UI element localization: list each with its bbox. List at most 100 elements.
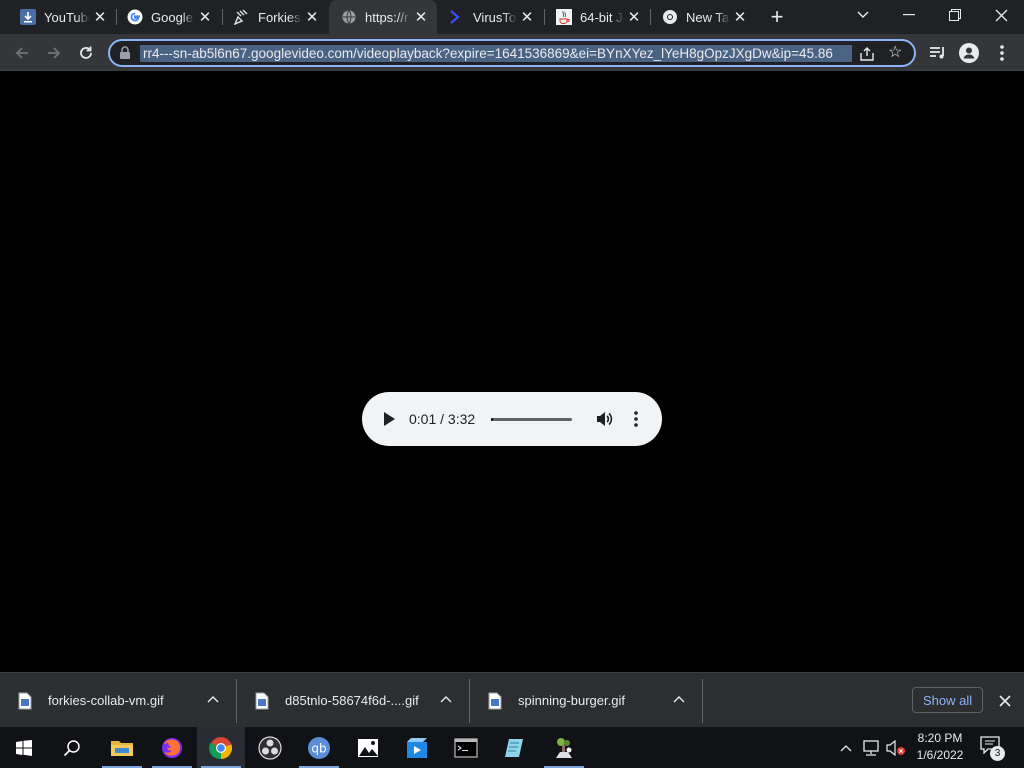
volume-tray-button[interactable]	[884, 727, 908, 768]
show-hidden-icons-button[interactable]	[836, 727, 856, 768]
svg-text:qb: qb	[311, 741, 326, 755]
close-icon[interactable]: ✕	[302, 7, 322, 27]
close-icon[interactable]: ✕	[90, 7, 110, 27]
taskbar-search-button[interactable]	[48, 727, 96, 768]
tab-title: 64-bit Java	[580, 9, 624, 25]
download-icon	[20, 9, 36, 25]
action-center-button[interactable]: 3	[980, 736, 1005, 761]
tab-title: YouTube	[44, 9, 90, 25]
new-tab-button[interactable]: +	[764, 4, 790, 30]
restore-button[interactable]	[932, 0, 978, 30]
browser-menu-button[interactable]	[988, 39, 1016, 67]
taskbar-chrome[interactable]	[197, 727, 245, 768]
seek-progress	[491, 418, 493, 421]
chevron-up-icon[interactable]	[672, 693, 686, 707]
tab-googlevideo[interactable]: https://r ✕	[329, 0, 437, 34]
arrow-right-icon	[48, 47, 61, 59]
more-vertical-icon	[1000, 45, 1004, 61]
tab-java[interactable]: 64-bit Java ✕	[544, 0, 650, 34]
notification-count-badge: 3	[990, 746, 1005, 761]
start-button[interactable]	[0, 727, 48, 768]
photos-icon	[358, 738, 378, 757]
tab-strip: YouTube ✕ Google ✕ Forkies ✕ https://r ✕	[0, 0, 1024, 34]
close-icon[interactable]: ✕	[730, 7, 750, 27]
media-queue-icon	[930, 47, 944, 59]
chevron-up-icon[interactable]	[439, 693, 453, 707]
tab-title: Google	[151, 9, 193, 25]
share-icon[interactable]	[858, 45, 876, 63]
download-item[interactable]: forkies-collab-vm.gif	[0, 673, 236, 728]
page-content: 0:01 / 3:32	[0, 71, 1024, 672]
close-icon[interactable]: ✕	[411, 7, 431, 27]
reload-button[interactable]	[72, 39, 100, 67]
audio-player[interactable]: 0:01 / 3:32	[362, 392, 662, 446]
taskbar-video-editor[interactable]	[393, 727, 441, 768]
taskbar-photos[interactable]	[344, 727, 392, 768]
start-icon	[16, 739, 32, 756]
lock-icon[interactable]	[118, 46, 132, 60]
download-filename: forkies-collab-vm.gif	[48, 693, 164, 708]
arrow-left-icon	[15, 47, 28, 59]
taskbar-terminal[interactable]	[442, 727, 490, 768]
minimize-icon	[903, 14, 915, 16]
restore-icon	[949, 9, 961, 21]
notepad-icon	[505, 738, 523, 757]
taskbar-file-explorer[interactable]	[98, 727, 146, 768]
address-bar[interactable]: rr4---sn-ab5l6n67.googlevideo.com/videop…	[108, 39, 916, 67]
seek-slider[interactable]	[491, 418, 572, 421]
obs-icon	[258, 735, 282, 760]
taskbar-clock[interactable]: 8:20 PM 1/6/2022	[912, 730, 968, 764]
show-all-button[interactable]: Show all	[912, 687, 984, 713]
game-icon	[556, 737, 572, 758]
play-icon[interactable]	[382, 411, 396, 427]
taskbar-notepad[interactable]	[490, 727, 538, 768]
chevron-up-icon[interactable]	[206, 693, 220, 707]
minimize-button[interactable]	[886, 0, 932, 30]
download-item[interactable]: d85tnlo-58674f6d-....gif	[237, 673, 469, 728]
clock-date: 1/6/2022	[916, 748, 964, 762]
reading-list-button[interactable]	[924, 39, 952, 67]
qbittorrent-icon: qb	[308, 736, 330, 759]
tab-search-button[interactable]	[840, 0, 886, 30]
close-icon[interactable]: ✕	[195, 7, 215, 27]
video-editor-icon	[407, 737, 427, 758]
shelf-divider	[702, 679, 703, 723]
taskbar-qbittorrent[interactable]: qb	[295, 727, 343, 768]
avatar-icon	[959, 43, 979, 63]
close-shelf-button[interactable]	[996, 692, 1014, 710]
chevron-down-icon	[857, 11, 869, 18]
chevron-up-icon	[840, 744, 852, 751]
tab-title: New Tab	[686, 9, 730, 25]
search-icon	[63, 739, 80, 756]
forward-button[interactable]	[40, 39, 68, 67]
tab-google[interactable]: Google ✕	[115, 0, 221, 34]
tab-virustotal[interactable]: VirusTotal ✕	[437, 0, 543, 34]
tab-forkies[interactable]: Forkies ✕	[222, 0, 328, 34]
download-shelf: forkies-collab-vm.gif d85tnlo-58674f6d-.…	[0, 672, 1024, 727]
firefox-icon	[162, 737, 182, 758]
tab-youtube[interactable]: YouTube ✕	[8, 0, 116, 34]
google-icon	[127, 9, 143, 25]
profile-button[interactable]	[955, 39, 983, 67]
clock-time: 8:20 PM	[917, 731, 963, 745]
bookmark-star-icon[interactable]: ☆	[888, 44, 906, 62]
taskbar-game[interactable]	[540, 727, 588, 768]
url-text[interactable]: rr4---sn-ab5l6n67.googlevideo.com/videop…	[143, 46, 853, 61]
close-icon[interactable]: ✕	[517, 7, 537, 27]
window-close-button[interactable]	[978, 0, 1024, 30]
terminal-icon	[454, 737, 478, 758]
tab-new-tab[interactable]: New Tab ✕	[650, 0, 756, 34]
chrome-icon	[662, 9, 678, 25]
back-button[interactable]	[8, 39, 36, 67]
download-item[interactable]: spinning-burger.gif	[470, 673, 702, 728]
network-tray-button[interactable]	[860, 727, 882, 768]
file-image-icon	[18, 692, 32, 709]
tab-title: VirusTotal	[473, 9, 517, 25]
volume-icon[interactable]	[595, 410, 613, 428]
close-icon[interactable]: ✕	[624, 7, 644, 27]
reload-icon	[80, 46, 92, 59]
more-vertical-icon[interactable]	[630, 410, 642, 428]
taskbar-firefox[interactable]	[148, 727, 196, 768]
volume-muted-icon	[886, 739, 905, 756]
taskbar-obs[interactable]	[246, 727, 294, 768]
